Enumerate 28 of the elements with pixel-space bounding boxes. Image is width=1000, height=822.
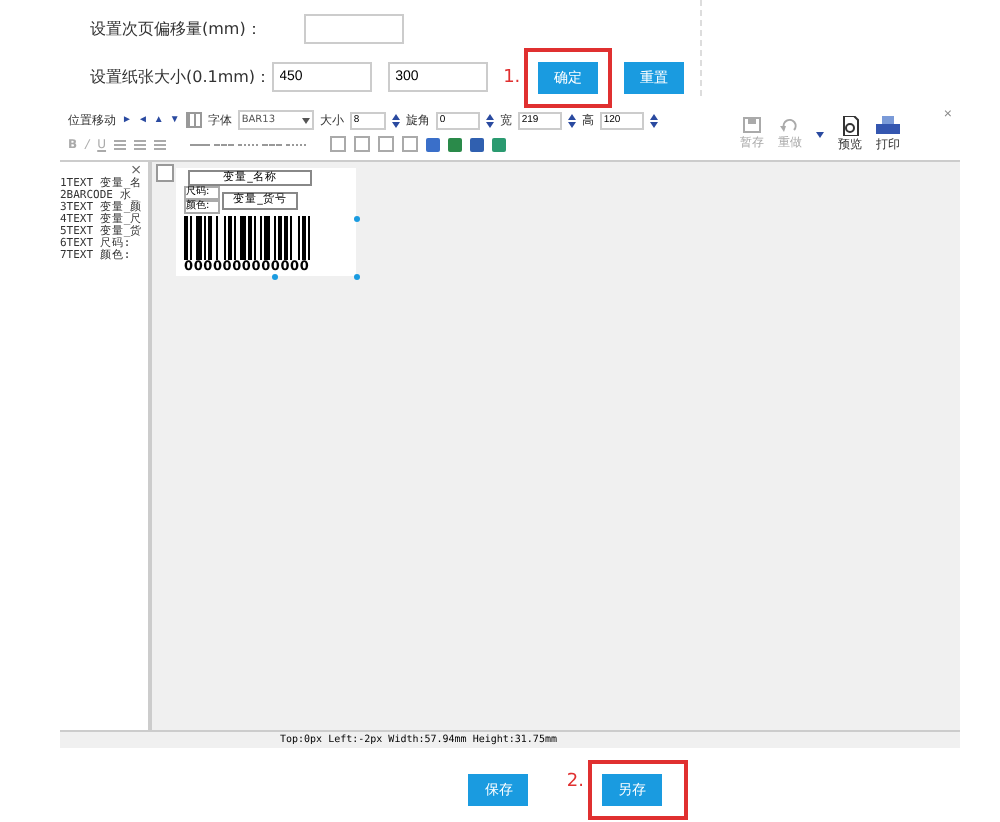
spinner-icon[interactable] bbox=[391, 113, 400, 127]
align-icon[interactable] bbox=[114, 139, 127, 149]
resize-handle[interactable] bbox=[272, 274, 278, 280]
line-style-icon[interactable] bbox=[262, 143, 283, 145]
undo-icon bbox=[780, 116, 800, 134]
line-style-icon[interactable] bbox=[190, 143, 211, 145]
step-number: 2. bbox=[566, 772, 584, 792]
document-icon bbox=[840, 115, 860, 135]
spinner-icon[interactable] bbox=[485, 113, 494, 127]
spinner-icon[interactable] bbox=[567, 113, 576, 127]
caret-icon[interactable] bbox=[301, 117, 310, 123]
line-style-icon[interactable] bbox=[214, 143, 235, 145]
resize-handle[interactable] bbox=[354, 274, 360, 280]
align-icon[interactable] bbox=[134, 139, 147, 149]
align-icon[interactable] bbox=[154, 139, 167, 149]
input-field[interactable] bbox=[304, 14, 404, 44]
line-style-icon[interactable] bbox=[286, 143, 307, 145]
caret-icon[interactable] bbox=[816, 131, 824, 137]
save-icon bbox=[742, 116, 762, 134]
line-style-icon[interactable] bbox=[238, 143, 259, 145]
field-label: 设置次页偏移量(mm)： bbox=[90, 18, 264, 40]
step-number: 1. bbox=[503, 67, 521, 87]
grid-icon[interactable] bbox=[185, 112, 202, 128]
pointer-tool-icon[interactable] bbox=[156, 164, 174, 182]
spinner-icon[interactable] bbox=[649, 113, 658, 127]
resize-handle[interactable] bbox=[354, 216, 360, 222]
printer-icon bbox=[876, 115, 900, 135]
field-label: 设置纸张大小(0.1mm)： bbox=[90, 66, 272, 88]
